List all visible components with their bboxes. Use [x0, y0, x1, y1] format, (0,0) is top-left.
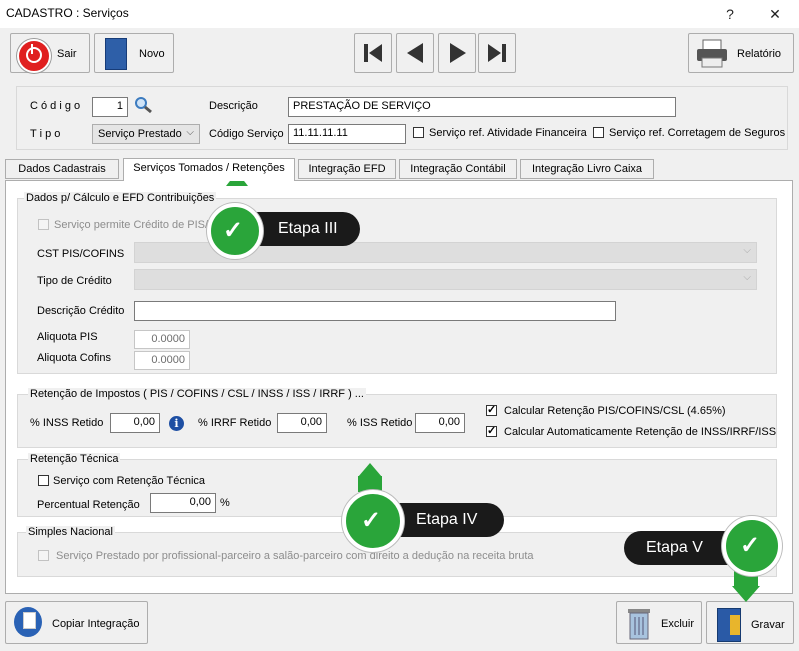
codigo-label: C ó d i g o: [30, 100, 81, 112]
iss-field[interactable]: 0,00: [415, 413, 465, 433]
aliquota-cofins-label: Aliquota Cofins: [37, 352, 111, 364]
excluir-button[interactable]: Excluir: [616, 601, 702, 644]
calc-inss-checkbox[interactable]: [486, 424, 497, 437]
percentual-retencao-field[interactable]: 0,00: [150, 493, 216, 513]
simples-parceiro-checkbox[interactable]: [38, 550, 49, 561]
novo-label: Novo: [139, 48, 165, 60]
save-door-icon: [717, 608, 741, 642]
etapa5-label: Etapa V: [646, 539, 703, 556]
tab-integracao-efd[interactable]: Integração EFD: [298, 159, 396, 179]
dados-calculo-group-label: Dados p/ Cálculo e EFD Contribuições: [24, 192, 217, 204]
copiar-integracao-label: Copiar Integração: [52, 618, 140, 630]
atividade-financeira-label: Serviço ref. Atividade Financeira: [429, 127, 587, 139]
retencao-impostos-group-label: Retenção de Impostos ( PIS / COFINS / CS…: [28, 388, 366, 400]
chevron-down-icon: ⌵: [743, 245, 751, 256]
aliquota-pis-label: Aliquota PIS: [37, 331, 98, 343]
etapa5-pointer: [732, 586, 760, 602]
inss-field[interactable]: 0,00: [110, 413, 160, 433]
percent-sign: %: [220, 497, 230, 509]
info-icon[interactable]: i: [169, 416, 184, 431]
etapa3-check-icon: ✓: [207, 203, 263, 259]
relatorio-label: Relatório: [737, 48, 782, 60]
tab-integracao-livro-caixa[interactable]: Integração Livro Caixa: [520, 159, 654, 179]
tab-dados-cadastrais[interactable]: Dados Cadastrais: [5, 159, 119, 179]
calc-pis-cofins-checkbox[interactable]: [486, 403, 497, 416]
etapa4-check-icon: ✓: [342, 490, 404, 552]
etapa5-check-icon: ✓: [722, 516, 782, 576]
codigo-servico-field[interactable]: 11.11.11.11: [288, 124, 406, 144]
tab-servicos-tomados[interactable]: Serviços Tomados / Retenções: [123, 158, 295, 181]
trash-icon: [628, 609, 650, 640]
permite-credito-label: Serviço permite Crédito de PIS/: [54, 219, 209, 231]
etapa3-label: Etapa III: [278, 220, 338, 237]
search-icon[interactable]: [134, 96, 154, 114]
retencao-tecnica-checkbox[interactable]: [38, 475, 49, 486]
previous-record-button[interactable]: [396, 33, 434, 73]
codigo-field[interactable]: 1: [92, 97, 128, 117]
calc-pis-cofins-label: Calcular Retenção PIS/COFINS/CSL (4.65%): [504, 405, 726, 417]
simples-parceiro-label: Serviço Prestado por profissional-parcei…: [56, 550, 534, 562]
tipo-credito-select[interactable]: ⌵: [134, 269, 757, 290]
tipo-select[interactable]: Serviço Prestado ⌵: [92, 124, 200, 144]
last-record-button[interactable]: [478, 33, 516, 73]
descricao-credito-field[interactable]: [134, 301, 616, 321]
relatorio-button[interactable]: Relatório: [688, 33, 794, 73]
corretagem-label: Serviço ref. Corretagem de Seguros: [609, 127, 786, 139]
retencao-tecnica-group-label: Retenção Técnica: [28, 453, 121, 465]
irrf-field[interactable]: 0,00: [277, 413, 327, 433]
descricao-field[interactable]: PRESTAÇÃO DE SERVIÇO: [288, 97, 676, 117]
atividade-financeira-checkbox[interactable]: [413, 127, 424, 138]
last-icon: [488, 44, 506, 62]
tipo-value: Serviço Prestado: [98, 128, 182, 140]
chevron-down-icon: ⌵: [743, 272, 751, 283]
sair-button[interactable]: Sair: [10, 33, 90, 73]
gravar-label: Gravar: [751, 619, 785, 631]
excluir-label: Excluir: [661, 618, 695, 630]
close-button[interactable]: ✕: [755, 2, 795, 26]
gravar-button[interactable]: Gravar: [706, 601, 794, 644]
first-icon: [364, 44, 382, 62]
sair-label: Sair: [57, 48, 77, 60]
tipo-label: T i p o: [30, 128, 61, 140]
calc-inss-label: Calcular Automaticamente Retenção de INS…: [504, 426, 777, 438]
inss-label: % INSS Retido: [30, 417, 104, 429]
etapa4-pointer: [358, 463, 382, 477]
window-title: CADASTRO : Serviços: [6, 6, 129, 20]
novo-button[interactable]: Novo: [94, 33, 174, 73]
next-icon: [450, 43, 466, 63]
etapa4-label: Etapa IV: [416, 511, 478, 528]
simples-nacional-group-label: Simples Nacional: [26, 526, 115, 538]
new-door-icon: [105, 38, 127, 70]
descricao-label: Descrição: [209, 100, 258, 112]
aliquota-cofins-field[interactable]: 0.0000: [134, 351, 190, 370]
descricao-credito-label: Descrição Crédito: [37, 305, 125, 317]
tab-integracao-contabil[interactable]: Integração Contábil: [399, 159, 517, 179]
permite-credito-checkbox[interactable]: [38, 219, 49, 230]
aliquota-pis-field[interactable]: 0.0000: [134, 330, 190, 349]
printer-icon: [697, 39, 727, 68]
copy-integration-icon: [14, 607, 42, 637]
power-icon: [17, 39, 51, 73]
corretagem-checkbox[interactable]: [593, 127, 604, 138]
percentual-retencao-label: Percentual Retenção: [37, 499, 140, 511]
retencao-tecnica-label: Serviço com Retenção Técnica: [53, 475, 206, 487]
iss-label: % ISS Retido: [347, 417, 413, 429]
cst-label: CST PIS/COFINS: [37, 248, 125, 260]
tipo-credito-label: Tipo de Crédito: [37, 275, 112, 287]
irrf-label: % IRRF Retido: [198, 417, 272, 429]
next-record-button[interactable]: [438, 33, 476, 73]
copiar-integracao-button[interactable]: Copiar Integração: [5, 601, 148, 644]
help-button[interactable]: ?: [710, 2, 750, 26]
codigo-servico-label: Código Serviço: [209, 128, 284, 140]
chevron-down-icon: ⌵: [186, 127, 194, 138]
first-record-button[interactable]: [354, 33, 392, 73]
previous-icon: [407, 43, 423, 63]
